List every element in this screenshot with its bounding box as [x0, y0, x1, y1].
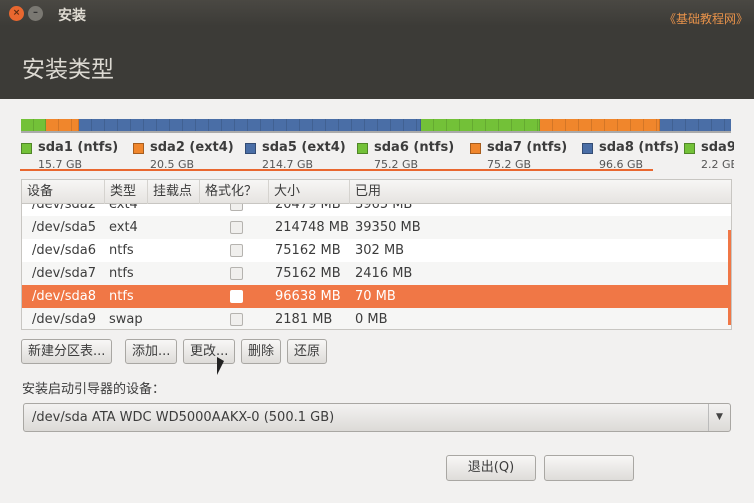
color-swatch — [133, 143, 144, 154]
bootloader-device-select[interactable]: /dev/sda ATA WDC WD5000AAKX-0 (500.1 GB)… — [23, 403, 731, 432]
table-row[interactable]: /dev/sda7 ntfs 75162 MB 2416 MB — [22, 262, 731, 285]
format-checkbox[interactable] — [230, 290, 243, 303]
bootloader-device-value: /dev/sda ATA WDC WD5000AAKX-0 (500.1 GB) — [32, 410, 335, 425]
color-swatch — [245, 143, 256, 154]
install-now-button[interactable] — [544, 455, 634, 481]
page-title: 安装类型 — [22, 57, 114, 83]
legend-underline — [20, 169, 653, 171]
partition-segment-2[interactable] — [78, 119, 421, 131]
partition-bar — [21, 119, 731, 133]
partition-name: sda7 (ntfs) — [487, 140, 568, 155]
revert-button[interactable]: 还原 — [287, 339, 328, 364]
partition-segment-4[interactable] — [540, 119, 661, 131]
table-row[interactable]: /dev/sda8 ntfs 96638 MB 70 MB — [22, 285, 731, 308]
device-cell: /dev/sda9 — [32, 312, 96, 327]
table-row[interactable]: /dev/sda9 swap 2181 MB 0 MB — [22, 308, 731, 329]
partition-segment-3[interactable] — [420, 119, 541, 131]
minimize-icon[interactable]: – — [28, 6, 43, 21]
partition-name: sda9 — [701, 140, 734, 155]
color-swatch — [357, 143, 368, 154]
format-checkbox[interactable] — [230, 313, 243, 326]
new-partition-table-button[interactable]: 新建分区表... — [21, 339, 113, 364]
mouse-cursor-icon — [217, 357, 224, 375]
device-cell: /dev/sda5 — [32, 220, 96, 235]
type-cell: ntfs — [109, 266, 134, 281]
color-swatch — [470, 143, 481, 154]
chevron-down-icon[interactable]: ▼ — [708, 404, 730, 431]
partition-segment-5[interactable] — [660, 119, 731, 131]
partition-table: /dev/sda2 ext4 20479 MB 3965 MB/dev/sda5 ext… — [21, 179, 732, 330]
partition-name: sda8 (ntfs) — [599, 140, 680, 155]
size-cell: 75162 MB — [275, 266, 341, 281]
partition-segment-1[interactable] — [46, 119, 79, 131]
title-bar: × – 安装 《基础教程网》 — [0, 0, 754, 26]
type-cell: ext4 — [109, 220, 138, 235]
size-cell: 2181 MB — [275, 312, 333, 327]
partition-segment-0[interactable] — [21, 119, 46, 131]
device-cell: /dev/sda6 — [32, 243, 96, 258]
device-cell: /dev/sda7 — [32, 266, 96, 281]
used-cell: 302 MB — [355, 243, 405, 258]
partition-name: sda2 (ext4) — [150, 140, 234, 155]
table-row[interactable]: /dev/sda5 ext4 214748 MB 39350 MB — [22, 216, 731, 239]
table-header: 设备 类型 挂载点 格式化？ 大小 已用 — [22, 180, 731, 204]
used-cell: 70 MB — [355, 289, 396, 304]
color-swatch — [21, 143, 32, 154]
add-button[interactable]: 添加... — [125, 339, 178, 364]
size-cell: 96638 MB — [275, 289, 341, 304]
size-cell: 214748 MB — [275, 220, 349, 235]
format-checkbox[interactable] — [230, 221, 243, 234]
color-swatch — [684, 143, 695, 154]
table-row[interactable]: /dev/sda6 ntfs 75162 MB 302 MB — [22, 239, 731, 262]
format-checkbox[interactable] — [230, 244, 243, 257]
type-cell: ntfs — [109, 289, 134, 304]
col-type[interactable]: 类型 — [105, 180, 148, 204]
partition-legend: sda1 (ntfs) 15.7 GB sda2 (ext4) 20.5 GB sda5… — [21, 140, 734, 172]
type-cell: ntfs — [109, 243, 134, 258]
window-title: 安装 — [58, 8, 86, 24]
partition-name: sda6 (ntfs) — [374, 140, 455, 155]
partition-name: sda1 (ntfs) — [38, 140, 119, 155]
partition-size: 2.2 GB — [701, 158, 734, 171]
type-cell: swap — [109, 312, 143, 327]
col-device[interactable]: 设备 — [22, 180, 105, 204]
format-checkbox[interactable] — [230, 267, 243, 280]
color-swatch — [582, 143, 593, 154]
used-cell: 39350 MB — [355, 220, 421, 235]
col-size[interactable]: 大小 — [269, 180, 350, 204]
col-format[interactable]: 格式化？ — [200, 180, 269, 204]
bootloader-label: 安装启动引导器的设备： — [22, 382, 166, 397]
delete-button[interactable]: 删除 — [241, 339, 282, 364]
partition-name: sda5 (ext4) — [262, 140, 346, 155]
size-cell: 75162 MB — [275, 243, 341, 258]
watermark: 《基础教程网》 — [663, 12, 748, 26]
close-icon[interactable]: × — [9, 6, 24, 21]
scrollbar[interactable] — [728, 230, 731, 325]
change-button[interactable]: 更改... — [183, 339, 236, 364]
quit-button[interactable]: 退出(Q) — [446, 455, 536, 481]
device-cell: /dev/sda8 — [32, 289, 96, 304]
used-cell: 0 MB — [355, 312, 388, 327]
used-cell: 2416 MB — [355, 266, 413, 281]
col-used[interactable]: 已用 — [350, 180, 731, 204]
col-mount[interactable]: 挂载点 — [148, 180, 200, 204]
page-header: 安装类型 — [0, 26, 754, 99]
